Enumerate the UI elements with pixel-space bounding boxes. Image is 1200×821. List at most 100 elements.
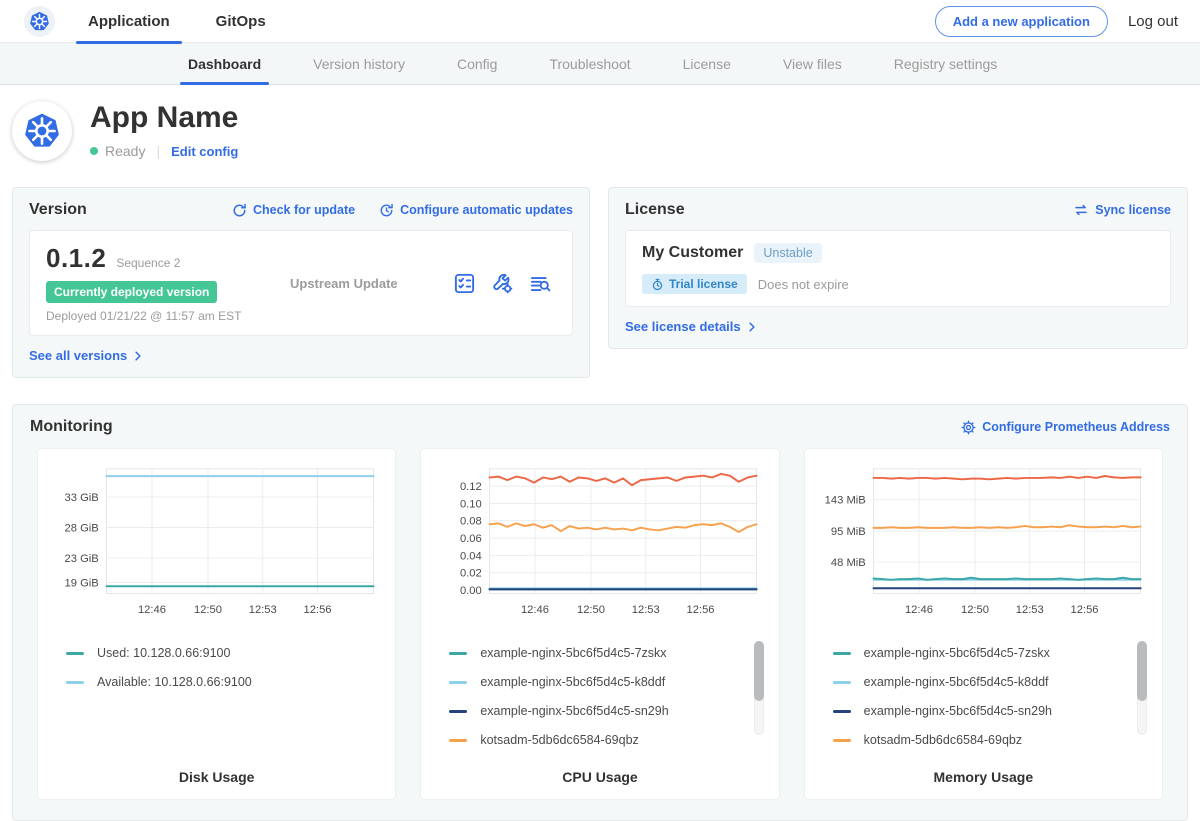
logs-magnifier-icon [529,272,552,295]
svg-text:12:50: 12:50 [961,604,989,616]
version-number: 0.1.2 [46,243,106,274]
version-sequence: Sequence 2 [116,256,180,270]
legend-scrollbar-thumb[interactable] [1137,641,1147,701]
checklist-icon [453,272,476,295]
deployed-timestamp: Deployed 01/21/22 @ 11:57 am EST [46,309,264,323]
license-card: License Sync license My Customer Unstabl… [608,187,1188,349]
deployed-version-badge: Currently deployed version [46,281,217,303]
svg-text:19 GiB: 19 GiB [65,577,99,589]
status-label: Ready [105,143,145,159]
see-all-versions-link[interactable]: See all versions [29,348,573,363]
deploy-logs-icon-button[interactable] [529,272,552,295]
configure-automatic-updates-link[interactable]: Configure automatic updates [379,203,573,218]
configure-prometheus-label: Configure Prometheus Address [982,420,1170,434]
legend-item: example-nginx-5bc6f5d4c5-sn29h [449,697,766,726]
legend-label: kotsadm-5db6dc6584-69qbz [480,733,638,747]
svg-text:12:46: 12:46 [905,604,933,616]
edit-config-link[interactable]: Edit config [171,144,238,159]
tab-view-files[interactable]: View files [783,43,842,85]
sync-arrows-icon [1073,202,1089,218]
svg-text:0.08: 0.08 [460,516,482,528]
svg-text:12:56: 12:56 [687,604,715,616]
legend-label: example-nginx-5bc6f5d4c5-7zskx [480,646,666,660]
customer-name: My Customer [642,244,743,262]
app-header: App Name Ready | Edit config [0,85,1200,173]
legend-swatch-icon [66,681,84,684]
svg-text:12:56: 12:56 [1070,604,1098,616]
legend-swatch-icon [449,681,467,684]
memory-usage-chart-title: Memory Usage [817,769,1150,785]
see-license-details-label: See license details [625,319,741,334]
svg-text:12:50: 12:50 [577,604,605,616]
app-sub-nav: Dashboard Version history Config Trouble… [0,43,1200,85]
svg-text:12:50: 12:50 [194,604,222,616]
clock-refresh-icon [379,203,394,218]
license-summary-row: My Customer Unstable Trial license Does … [625,230,1171,307]
cpu-usage-legend: example-nginx-5bc6f5d4c5-7zskx example-n… [433,639,766,759]
svg-text:33 GiB: 33 GiB [65,492,99,504]
legend-swatch-icon [449,739,467,742]
nav-tab-gitops[interactable]: GitOps [216,0,266,43]
svg-text:0.04: 0.04 [460,550,482,562]
legend-item: example-nginx-5bc6f5d4c5-7zskx [833,639,1150,668]
disk-usage-chart-title: Disk Usage [50,769,383,785]
tab-dashboard-label: Dashboard [188,56,261,72]
logout-link[interactable]: Log out [1128,13,1178,30]
license-expiry-label: Does not expire [758,277,849,292]
disk-usage-chart: 33 GiB28 GiB23 GiB19 GiB12:4612:5012:531… [50,461,383,631]
monitoring-card: Monitoring Configure Prometheus Address … [12,404,1188,821]
legend-item: example-nginx-5bc6f5d4c5-sn29h [833,697,1150,726]
tab-dashboard[interactable]: Dashboard [188,43,261,85]
legend-label: kotsadm-5db6dc6584-69qbz [864,733,1022,747]
tab-config[interactable]: Config [457,43,497,85]
configure-prometheus-link[interactable]: Configure Prometheus Address [961,420,1170,435]
tab-license[interactable]: License [683,43,731,85]
nav-tab-application-label: Application [88,13,170,30]
legend-item: example-nginx-5bc6f5d4c5-7zskx [449,639,766,668]
legend-swatch-icon [833,710,851,713]
legend-label: example-nginx-5bc6f5d4c5-k8ddf [480,675,665,689]
disk-usage-legend: Used: 10.128.0.66:9100 Available: 10.128… [50,639,383,759]
preflight-checks-icon-button[interactable] [453,272,476,295]
legend-item: Used: 10.128.0.66:9100 [66,639,383,668]
legend-swatch-icon [449,652,467,655]
tab-config-label: Config [457,56,497,72]
svg-text:12:46: 12:46 [138,604,166,616]
legend-scrollbar[interactable] [754,641,764,735]
tab-view-files-label: View files [783,56,842,72]
check-for-update-link[interactable]: Check for update [232,203,355,218]
legend-swatch-icon [833,739,851,742]
nav-tab-gitops-label: GitOps [216,13,266,30]
see-all-versions-label: See all versions [29,348,127,363]
configure-automatic-updates-label: Configure automatic updates [400,203,573,217]
add-application-button[interactable]: Add a new application [935,6,1108,37]
tab-troubleshoot-label: Troubleshoot [549,56,630,72]
version-card: Version Check for update Configure autom… [12,187,590,378]
refresh-icon [232,203,247,218]
license-card-title: License [625,201,1049,219]
channel-badge: Unstable [754,243,821,263]
tab-registry-settings-label: Registry settings [894,56,997,72]
svg-text:95 MiB: 95 MiB [831,526,866,538]
chevron-right-icon [132,350,144,362]
chevron-right-icon [746,321,758,333]
svg-text:0.06: 0.06 [460,533,482,545]
legend-item: kotsadm-5db6dc6584-69qbz [833,726,1150,755]
see-license-details-link[interactable]: See license details [625,319,1171,334]
legend-scrollbar[interactable] [1137,641,1147,735]
config-wrench-icon-button[interactable] [491,272,514,295]
svg-text:0.10: 0.10 [460,498,482,510]
svg-text:12:46: 12:46 [521,604,549,616]
divider: | [152,143,164,159]
license-type-label: Trial license [669,277,738,291]
sync-license-link[interactable]: Sync license [1073,202,1171,218]
tab-version-history[interactable]: Version history [313,43,405,85]
cpu-usage-chart: 0.120.100.080.060.040.020.0012:4612:5012… [433,461,766,631]
nav-tab-application[interactable]: Application [88,0,170,43]
page-title: App Name [90,101,238,135]
memory-usage-chart-card: 143 MiB95 MiB48 MiB12:4612:5012:5312:56 … [804,448,1163,800]
tab-registry-settings[interactable]: Registry settings [894,43,997,85]
legend-scrollbar-thumb[interactable] [754,641,764,701]
svg-text:12:56: 12:56 [304,604,332,616]
tab-troubleshoot[interactable]: Troubleshoot [549,43,630,85]
